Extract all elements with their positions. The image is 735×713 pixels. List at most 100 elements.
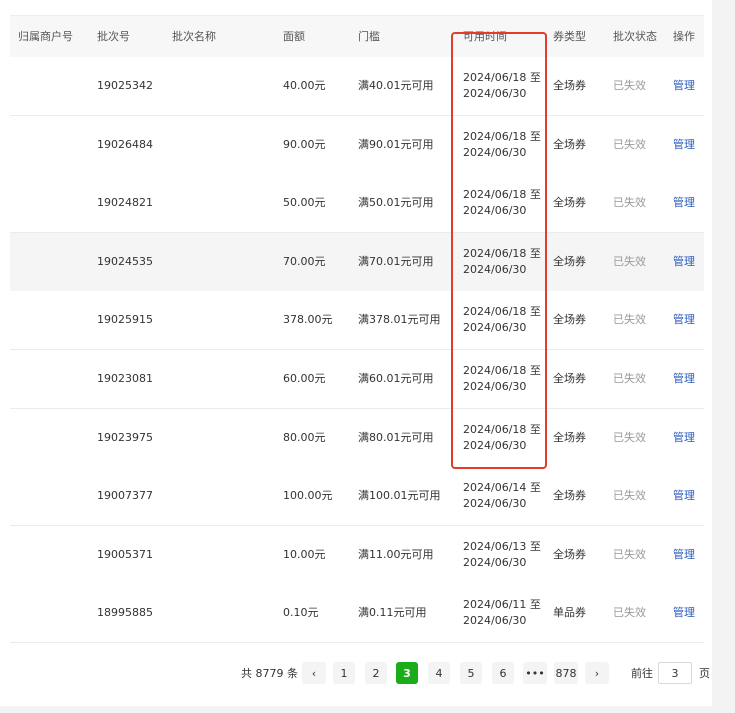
merchant-id	[18, 467, 93, 525]
coupon-batch-panel: 归属商户号 批次号 批次名称 面额 门槛 可用时间 券类型 批次状态 操作 19…	[0, 0, 712, 706]
header-batch-id: 批次号	[97, 30, 130, 43]
table-row: 19024535 70.00元 满70.01元可用 2024/06/18 至 2024/…	[10, 232, 704, 292]
batch-name	[172, 291, 280, 349]
merchant-id	[18, 174, 93, 232]
table-row: 19025915 378.00元 满378.01元可用 2024/06/18 至 202…	[10, 291, 704, 351]
batch-id: 18995885	[97, 606, 153, 620]
amount: 70.00元	[283, 254, 326, 268]
table-row: 19007377 100.00元 满100.01元可用 2024/06/14 至 202…	[10, 467, 704, 527]
table-row: 18995885 0.10元 满0.11元可用 2024/06/11 至 2024/06…	[10, 584, 704, 644]
threshold: 满80.01元可用	[358, 430, 434, 444]
manage-link[interactable]: 管理	[673, 526, 703, 584]
batch-status: 已失效	[613, 606, 646, 620]
manage-link[interactable]: 管理	[673, 291, 703, 349]
valid-time-start: 2024/06/18 至	[463, 364, 541, 377]
goto-suffix: 页	[699, 667, 710, 680]
amount: 100.00元	[283, 489, 333, 503]
table-row: 19026484 90.00元 满90.01元可用 2024/06/18 至 2024/…	[10, 115, 704, 175]
amount: 10.00元	[283, 547, 326, 561]
header-batch-status: 批次状态	[613, 30, 657, 43]
merchant-id	[18, 584, 93, 642]
manage-link[interactable]: 管理	[673, 409, 703, 467]
manage-link[interactable]: 管理	[673, 584, 703, 642]
threshold: 满11.00元可用	[358, 547, 434, 561]
page-button-5[interactable]: 5	[460, 662, 482, 684]
table-row: 19023975 80.00元 满80.01元可用 2024/06/18 至 2024/…	[10, 408, 704, 468]
batch-status: 已失效	[613, 79, 646, 92]
header-threshold: 门槛	[358, 30, 380, 43]
threshold: 满378.01元可用	[358, 313, 441, 327]
valid-time-start: 2024/06/18 至	[463, 246, 541, 260]
pagination-total: 共 8779 条	[241, 667, 298, 680]
batch-id: 19007377	[97, 489, 153, 503]
batch-status: 已失效	[613, 137, 646, 151]
prev-page-button[interactable]: ‹	[302, 662, 326, 684]
valid-time-start: 2024/06/18 至	[463, 188, 541, 202]
merchant-id	[18, 233, 93, 291]
valid-time: 2024/06/13 至 2024/06/30	[463, 526, 551, 584]
manage-link[interactable]: 管理	[673, 233, 703, 291]
header-valid-time: 可用时间	[463, 30, 507, 43]
table-row: 19023081 60.00元 满60.01元可用 2024/06/18 至 2024/…	[10, 350, 704, 409]
batch-id: 19005371	[97, 547, 153, 561]
threshold: 满50.01元可用	[358, 196, 434, 210]
page-button-2[interactable]: 2	[365, 662, 387, 684]
threshold: 满0.11元可用	[358, 606, 427, 620]
header-coupon-type: 券类型	[553, 30, 586, 43]
amount: 0.10元	[283, 606, 319, 620]
page-button-6[interactable]: 6	[492, 662, 514, 684]
amount: 60.00元	[283, 372, 326, 385]
manage-link[interactable]: 管理	[673, 350, 703, 408]
batch-status: 已失效	[613, 313, 646, 327]
page-button-3[interactable]: 3	[396, 662, 418, 684]
threshold: 满100.01元可用	[358, 489, 441, 503]
page-button-4[interactable]: 4	[428, 662, 450, 684]
batch-id: 19023081	[97, 372, 153, 385]
merchant-id	[18, 116, 93, 174]
next-page-button[interactable]: ›	[585, 662, 609, 684]
merchant-id	[18, 57, 93, 115]
table-row: 19025342 40.00元 满40.01元可用 2024/06/18 至 2024/…	[10, 57, 704, 116]
valid-time-end: 2024/06/30	[463, 380, 527, 393]
batch-name	[172, 174, 280, 232]
batch-id: 19026484	[97, 137, 153, 151]
valid-time-end: 2024/06/30	[463, 497, 527, 511]
header-amount: 面额	[283, 30, 305, 43]
coupon-type: 全场券	[553, 313, 586, 327]
valid-time-end: 2024/06/30	[463, 321, 527, 335]
valid-time: 2024/06/11 至 2024/06/30	[463, 584, 551, 642]
table-row: 19024821 50.00元 满50.01元可用 2024/06/18 至 2024/…	[10, 174, 704, 234]
batch-id: 19025915	[97, 313, 153, 327]
threshold: 满40.01元可用	[358, 79, 434, 92]
pagination-goto: 前往 页	[631, 660, 710, 686]
valid-time: 2024/06/14 至 2024/06/30	[463, 467, 551, 525]
valid-time-end: 2024/06/30	[463, 204, 527, 218]
header-batch-name: 批次名称	[172, 30, 216, 43]
threshold: 满70.01元可用	[358, 254, 434, 268]
manage-link[interactable]: 管理	[673, 174, 703, 232]
header-action: 操作	[673, 30, 695, 43]
page-button-1[interactable]: 1	[333, 662, 355, 684]
page-button-878[interactable]: 878	[554, 662, 578, 684]
batch-name	[172, 116, 280, 174]
valid-time-start: 2024/06/11 至	[463, 598, 541, 612]
more-pages-icon[interactable]: •••	[523, 662, 547, 684]
batch-status: 已失效	[613, 430, 646, 444]
batch-status: 已失效	[613, 372, 646, 385]
batch-id: 19023975	[97, 430, 153, 444]
manage-link[interactable]: 管理	[673, 467, 703, 525]
manage-link[interactable]: 管理	[673, 57, 703, 115]
goto-label: 前往	[631, 667, 653, 680]
batch-status: 已失效	[613, 489, 646, 503]
manage-link[interactable]: 管理	[673, 116, 703, 174]
batch-id: 19024821	[97, 196, 153, 210]
goto-page-input[interactable]	[658, 662, 692, 684]
batch-id: 19025342	[97, 79, 153, 92]
valid-time-start: 2024/06/18 至	[463, 129, 541, 143]
amount: 90.00元	[283, 137, 326, 151]
merchant-id	[18, 526, 93, 584]
coupon-type: 全场券	[553, 430, 586, 444]
merchant-id	[18, 409, 93, 467]
batch-id: 19024535	[97, 254, 153, 268]
valid-time: 2024/06/18 至 2024/06/30	[463, 409, 551, 467]
